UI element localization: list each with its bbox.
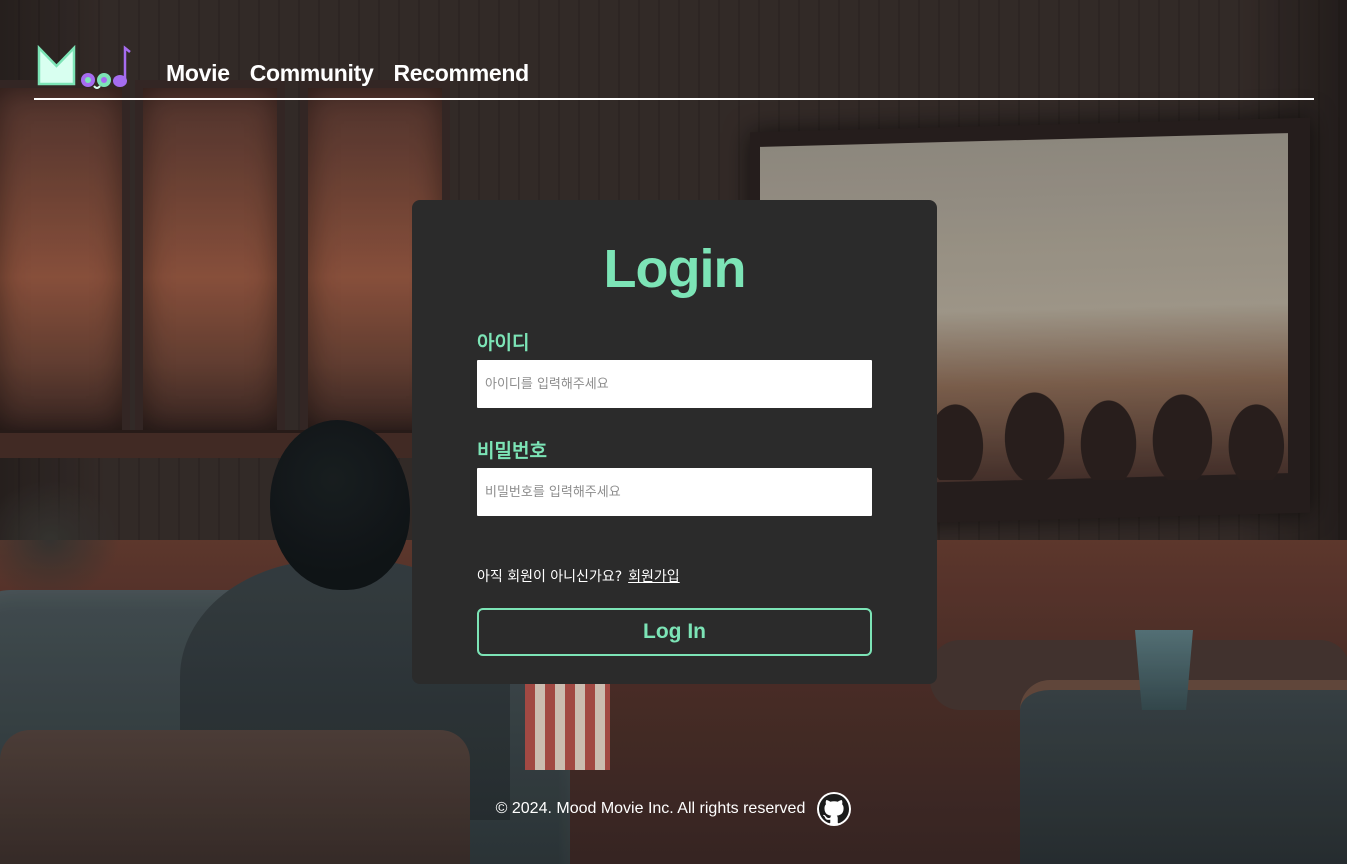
footer: © 2024. Mood Movie Inc. All rights reser… — [0, 792, 1347, 826]
signup-prompt: 아직 회원이 아니신가요? — [477, 569, 623, 585]
signup-row: 아직 회원이 아니신가요? 회원가입 — [477, 566, 680, 586]
nav-link-community[interactable]: Community — [250, 60, 374, 87]
login-button[interactable]: Log In — [477, 608, 872, 656]
copyright-text: © 2024. Mood Movie Inc. All rights reser… — [495, 800, 806, 817]
mood-logo-icon[interactable] — [36, 40, 136, 92]
id-label: 아이디 — [477, 333, 530, 354]
password-label: 비밀번호 — [477, 441, 547, 462]
login-card: Login 아이디 비밀번호 아직 회원이 아니신가요? 회원가입 Log In — [412, 200, 937, 684]
login-title: Login — [603, 239, 747, 299]
nav-link-movie[interactable]: Movie — [166, 60, 230, 87]
nav-link-recommend[interactable]: Recommend — [394, 60, 530, 87]
signup-link[interactable]: 회원가입 — [628, 566, 680, 586]
main-nav: Movie Community Recommend — [166, 60, 529, 87]
top-header: Movie Community Recommend — [34, 36, 1314, 100]
id-input[interactable] — [477, 360, 872, 408]
password-input[interactable] — [477, 468, 872, 516]
github-icon[interactable] — [817, 792, 852, 826]
